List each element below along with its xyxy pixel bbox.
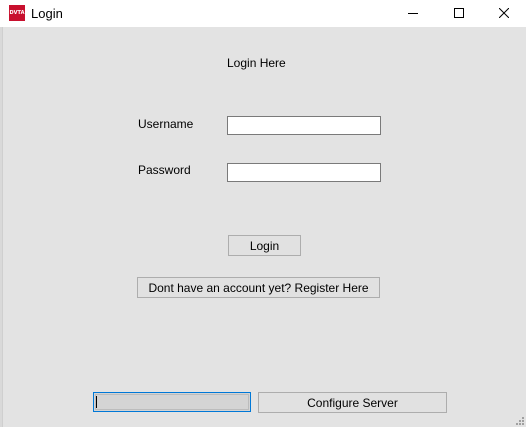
login-button[interactable]: Login	[228, 235, 301, 256]
resize-grip-icon[interactable]	[513, 414, 525, 426]
window-left-border	[0, 27, 3, 427]
login-window: DVTA Login Login Here Username Password …	[0, 0, 526, 427]
maximize-icon	[454, 8, 464, 18]
username-input[interactable]	[227, 116, 381, 135]
username-label: Username	[138, 117, 194, 131]
close-icon	[499, 8, 509, 18]
configure-server-button[interactable]: Configure Server	[258, 392, 447, 413]
login-heading: Login Here	[227, 56, 286, 70]
app-logo-icon: DVTA	[9, 5, 25, 21]
password-label: Password	[138, 163, 191, 177]
server-status-inner	[95, 394, 249, 410]
register-button[interactable]: Dont have an account yet? Register Here	[137, 277, 380, 298]
minimize-icon	[408, 13, 418, 14]
window-title: Login	[31, 6, 63, 21]
maximize-button[interactable]	[436, 0, 482, 26]
minimize-button[interactable]	[390, 0, 436, 26]
server-status-field[interactable]	[93, 392, 251, 412]
close-button[interactable]	[481, 0, 526, 26]
text-caret	[96, 396, 97, 408]
password-input[interactable]	[227, 163, 381, 182]
title-bar[interactable]: DVTA Login	[0, 0, 526, 27]
